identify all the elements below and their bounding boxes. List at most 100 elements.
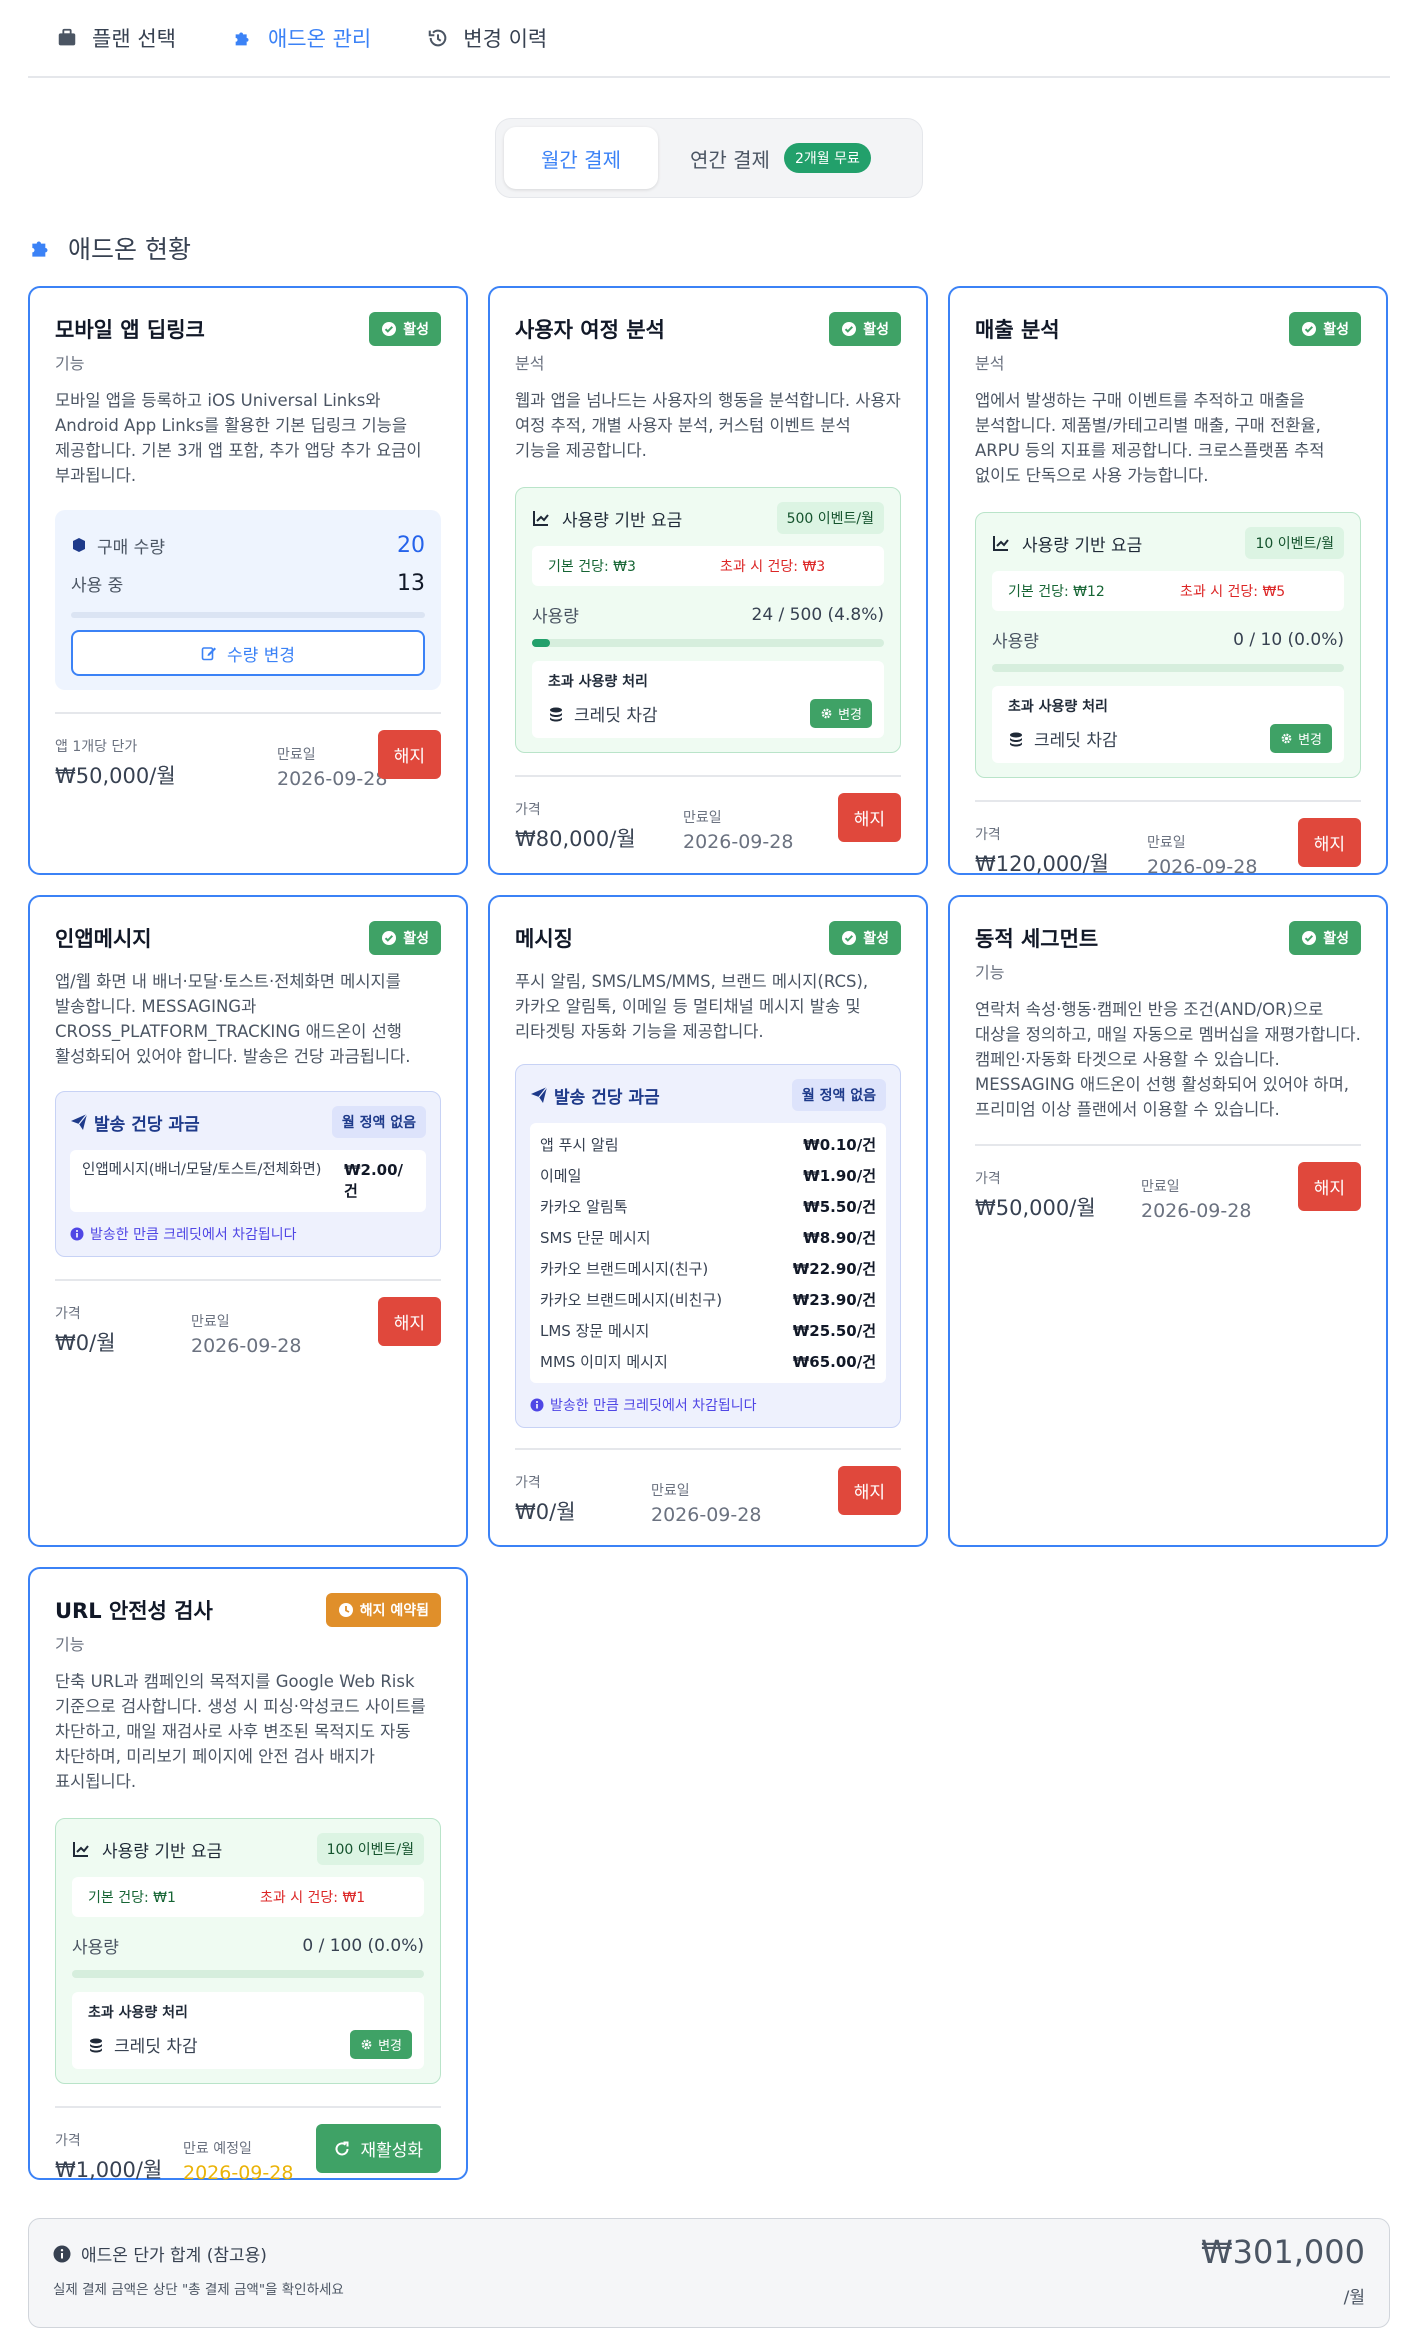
message-price: ₩0.10/건 xyxy=(803,1136,876,1154)
base-unit-price: 기본 건당: ₩12 xyxy=(1008,584,1105,600)
usage-progress-bar xyxy=(532,639,884,647)
price-value: ₩50,000/월 xyxy=(975,1196,1096,1220)
status-badge: 해지 예약됨 xyxy=(325,1593,441,1627)
yearly-billing-option[interactable]: 연간 결제 2개월 무료 xyxy=(674,127,887,189)
usage-pricing-label: 사용량 기반 요금 xyxy=(1022,535,1143,556)
purchase-qty-value: 20 xyxy=(397,532,425,558)
expiry-label: 만료일 xyxy=(651,1483,690,1499)
list-item: 카카오 브랜드메시지(비친구) ₩23.90/건 xyxy=(540,1284,876,1315)
cancel-button[interactable]: 해지 xyxy=(1297,818,1361,867)
price-label: 가격 xyxy=(975,1171,1001,1187)
qty-divider xyxy=(71,612,425,618)
change-label: 변경 xyxy=(1298,733,1322,748)
change-overage-button[interactable]: 변경 xyxy=(350,2030,412,2059)
card-category: 기능 xyxy=(55,354,85,373)
billing-cycle-toggle: 월간 결제 연간 결제 2개월 무료 xyxy=(495,118,923,198)
cancel-button[interactable]: 해지 xyxy=(837,1466,901,1515)
puzzle-icon xyxy=(235,32,249,46)
card-footer: 가격 ₩120,000/월 만료일 2026-09-28 해지 xyxy=(975,800,1361,878)
price-block: 가격 ₩0/월 xyxy=(55,1303,191,1357)
send-pricing-box: 발송 건당 과금 월 정액 없음 앱 푸시 알림 ₩0.10/건 이메일 ₩1.90… xyxy=(515,1064,901,1428)
overage-handling: 초과 사용량 처리 크레딧 차감 변경 xyxy=(532,661,884,738)
list-item: SMS 단문 메시지 ₩8.90/건 xyxy=(540,1222,876,1253)
send-note: 발송한 만큼 크레딧에서 차감됩니다 xyxy=(70,1224,426,1244)
message-price: ₩22.90/건 xyxy=(792,1260,876,1278)
credit-deduct-label: 크레딧 차감 xyxy=(574,706,658,726)
expiry-value: 2026-09-28 xyxy=(683,831,794,853)
card-category: 기능 xyxy=(55,1635,85,1654)
list-item: 카카오 알림톡 ₩5.50/건 xyxy=(540,1191,876,1222)
card-footer: 가격 ₩1,000/월 만료 예정일 2026-09-28 재활성화 xyxy=(55,2106,441,2184)
change-label: 변경 xyxy=(378,2039,402,2054)
price-label: 앱 1개당 단가 xyxy=(55,739,138,755)
message-type: 카카오 브랜드메시지(비친구) xyxy=(540,1291,723,1309)
cancel-button[interactable]: 해지 xyxy=(837,793,901,842)
price-value: ₩120,000/월 xyxy=(975,852,1109,876)
tab-change-history[interactable]: 변경 이력 xyxy=(399,0,575,77)
list-item: 카카오 브랜드메시지(친구) ₩22.90/건 xyxy=(540,1253,876,1284)
cancel-button[interactable]: 해지 xyxy=(377,730,441,779)
check-circle-icon xyxy=(382,322,397,336)
usage-value: 0 / 100 (0.0%) xyxy=(302,1935,424,1956)
expiry-value: 2026-09-28 xyxy=(183,2162,294,2184)
expiry-label: 만료일 xyxy=(1141,1179,1180,1195)
reactivate-button[interactable]: 재활성화 xyxy=(316,2124,441,2173)
card-category: 분석 xyxy=(975,354,1005,373)
usage-pricing-box: 사용량 기반 요금 500 이벤트/월 기본 건당: ₩3 초과 시 건당: ₩… xyxy=(515,487,901,753)
send-pricing-title: 발송 건당 과금 xyxy=(70,1110,200,1135)
expiry-value: 2026-09-28 xyxy=(277,768,388,790)
expiry-block: 만료일 2026-09-28 xyxy=(1147,832,1257,878)
price-value: ₩50,000/월 xyxy=(55,764,176,788)
overage-unit-price: 초과 시 건당: ₩1 xyxy=(260,1890,366,1906)
usage-pricing-title: 사용량 기반 요금 xyxy=(532,506,682,531)
card-title: 메시징 xyxy=(515,927,573,951)
status-badge: 활성 xyxy=(1289,312,1361,346)
status-badge: 활성 xyxy=(829,921,901,955)
expiry-value: 2026-09-28 xyxy=(191,1335,302,1357)
card-title: 매출 분석 xyxy=(975,318,1060,342)
price-value: ₩0/월 xyxy=(55,1331,116,1355)
info-icon xyxy=(70,1227,84,1241)
card-description: 단축 URL과 캠페인의 목적지를 Google Web Risk 기준으로 검… xyxy=(55,1672,426,1791)
monthly-billing-option[interactable]: 월간 결제 xyxy=(504,127,658,189)
change-overage-button[interactable]: 변경 xyxy=(810,699,872,728)
card-footer: 가격 ₩0/월 만료일 2026-09-28 해지 xyxy=(55,1279,441,1357)
card-footer: 가격 ₩50,000/월 만료일 2026-09-28 해지 xyxy=(975,1144,1361,1222)
list-item: MMS 이미지 메시지 ₩65.00/건 xyxy=(540,1346,876,1377)
addon-card-inapp-message: 인앱메시지 활성 앱/웹 화면 내 배너·모달·토스트·전체화면 메시지를 발송… xyxy=(28,895,468,1547)
expiry-block: 만료 예정일 2026-09-28 xyxy=(183,2138,293,2184)
message-type: LMS 장문 메시지 xyxy=(540,1322,650,1340)
change-quantity-label: 수량 변경 xyxy=(227,645,295,666)
send-note: 발송한 만큼 크레딧에서 차감됩니다 xyxy=(530,1395,886,1415)
reactivate-label: 재활성화 xyxy=(360,2141,423,2161)
tab-addon-manage[interactable]: 애드온 관리 xyxy=(204,0,399,77)
overage-title: 초과 사용량 처리 xyxy=(548,674,648,690)
message-price: ₩8.90/건 xyxy=(803,1229,876,1247)
expiry-value: 2026-09-28 xyxy=(1141,1200,1252,1222)
change-quantity-button[interactable]: 수량 변경 xyxy=(71,630,425,676)
price-block: 가격 ₩120,000/월 xyxy=(975,824,1147,878)
total-amount: ₩301,000 xyxy=(1201,2233,1365,2271)
expiry-block: 만료일 2026-09-28 xyxy=(191,1311,301,1357)
status-badge: 활성 xyxy=(1289,921,1361,955)
history-icon xyxy=(428,29,447,47)
addon-card-deeplink: 모바일 앱 딥링크 활성 기능 모바일 앱을 등록하고 iOS Universa… xyxy=(28,286,468,875)
price-block: 앱 1개당 단가 ₩50,000/월 xyxy=(55,736,277,790)
expiry-label: 만료일 xyxy=(1147,835,1186,851)
chart-icon xyxy=(533,511,549,526)
purchase-qty-row: 구매 수량 20 xyxy=(71,526,425,564)
card-description: 앱에서 발생하는 구매 이벤트를 추적하고 매출을 분석합니다. 제품별/카테고… xyxy=(975,391,1325,485)
edit-icon xyxy=(201,647,217,661)
base-unit-price: 기본 건당: ₩3 xyxy=(548,559,636,575)
expiry-label: 만료 예정일 xyxy=(183,2141,252,2157)
status-badge-label: 활성 xyxy=(863,322,889,338)
card-description: 웹과 앱을 넘나드는 사용자의 행동을 분석합니다. 사용자 여정 추적, 개별… xyxy=(515,391,901,460)
change-overage-button[interactable]: 변경 xyxy=(1270,724,1332,753)
credit-deduct-label: 크레딧 차감 xyxy=(114,2037,198,2057)
overage-handling: 초과 사용량 처리 크레딧 차감 변경 xyxy=(992,686,1344,763)
cancel-button[interactable]: 해지 xyxy=(377,1297,441,1346)
cancel-button[interactable]: 해지 xyxy=(1297,1162,1361,1211)
message-type: MMS 이미지 메시지 xyxy=(540,1353,668,1371)
free-months-badge: 2개월 무료 xyxy=(783,143,871,173)
tab-plan-select[interactable]: 플랜 선택 xyxy=(28,0,204,77)
